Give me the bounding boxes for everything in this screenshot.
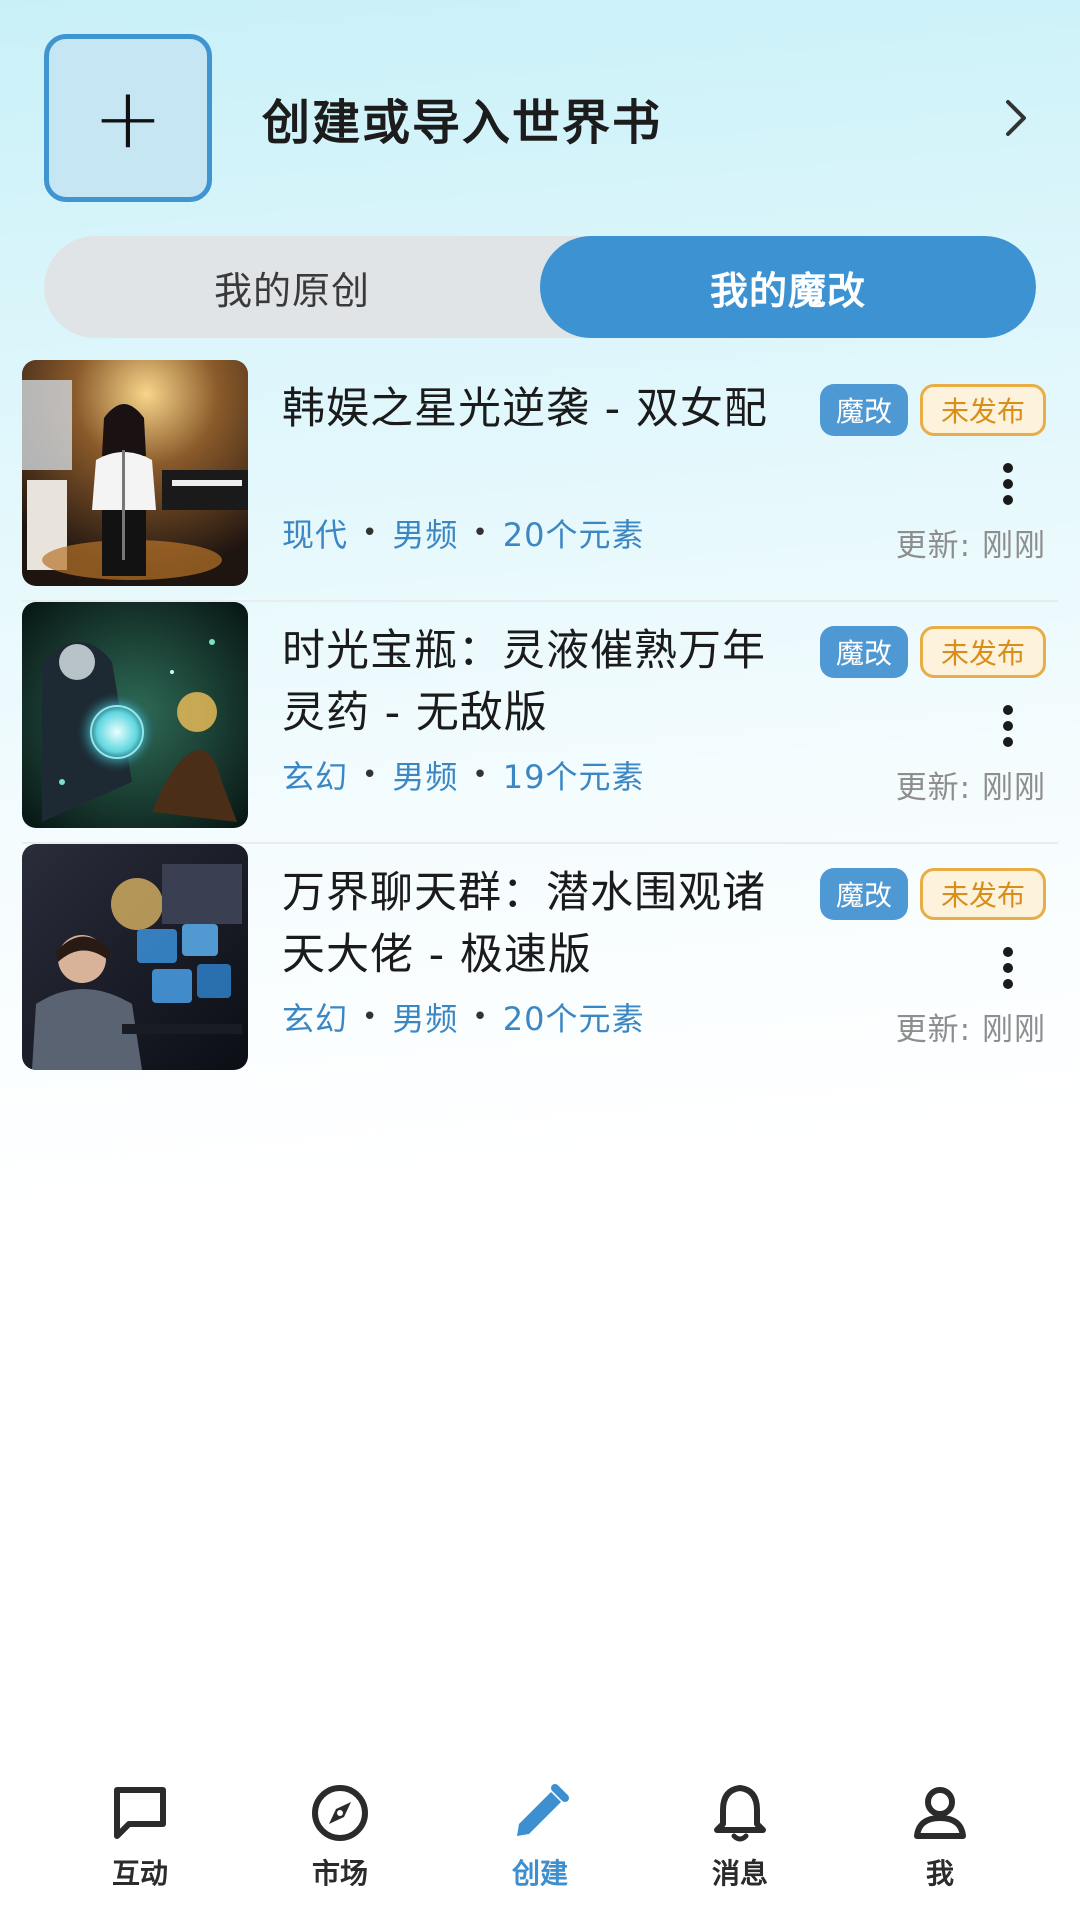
more-options-icon[interactable]	[998, 946, 1018, 990]
cover-image	[22, 602, 248, 828]
item-genre: 玄幻	[282, 758, 349, 796]
add-button[interactable]: +	[44, 34, 212, 202]
chevron-right-icon[interactable]	[996, 98, 1036, 138]
item-genre: 玄幻	[282, 1000, 349, 1038]
nav-label: 市场	[311, 1857, 368, 1890]
separator-dot: •	[362, 1002, 379, 1032]
modified-badge: 魔改	[819, 626, 908, 678]
updated-time: 更新: 刚刚	[895, 1012, 1046, 1048]
more-options-icon[interactable]	[998, 462, 1018, 506]
create-worldbook-label: 创建或导入世界书	[262, 95, 663, 151]
item-channel: 男频	[392, 758, 459, 796]
nav-interact[interactable]: 互动	[70, 1780, 210, 1892]
chat-icon	[114, 1787, 166, 1839]
nav-messages[interactable]: 消息	[670, 1780, 810, 1892]
person-icon	[914, 1787, 966, 1839]
item-title: 韩娱之星光逆袭 - 双女配	[282, 384, 768, 434]
separator-dot: •	[472, 1002, 489, 1032]
tab-my-modified[interactable]: 我的魔改	[540, 236, 1036, 338]
item-element-count: 20个元素	[502, 516, 645, 554]
nav-label: 消息	[711, 1857, 768, 1890]
separator-dot: •	[362, 518, 379, 548]
item-element-count: 20个元素	[502, 1000, 645, 1038]
nav-me[interactable]: 我	[870, 1780, 1010, 1892]
separator-dot: •	[472, 760, 489, 790]
item-element-count: 19个元素	[502, 758, 645, 796]
item-title: 时光宝瓶：灵液催熟万年灵药 - 无敌版	[282, 626, 766, 738]
modified-badge: 魔改	[819, 384, 908, 436]
bell-icon	[714, 1785, 766, 1842]
list-item[interactable]: 时光宝瓶：灵液催熟万年灵药 - 无敌版 玄幻 • 男频 • 19个元素 魔改 未…	[22, 602, 1058, 844]
nav-create[interactable]: 创建	[470, 1780, 610, 1892]
list-item[interactable]: 韩娱之星光逆袭 - 双女配 现代 • 男频 • 20个元素 魔改 未发布 更新:…	[22, 360, 1058, 602]
status-badge: 未发布	[919, 868, 1046, 920]
separator-dot: •	[472, 518, 489, 548]
list-item[interactable]: 万界聊天群：潜水围观诸天大佬 - 极速版 玄幻 • 男频 • 20个元素 魔改 …	[22, 844, 1058, 1086]
nav-label: 我	[925, 1857, 954, 1890]
worldbook-list: 韩娱之星光逆袭 - 双女配 现代 • 男频 • 20个元素 魔改 未发布 更新:…	[22, 360, 1058, 1086]
compass-icon	[312, 1785, 368, 1841]
pencil-icon	[517, 1784, 569, 1836]
bottom-navigation: 互动 市场 创建 消息 我	[0, 1780, 1080, 1920]
cover-image	[22, 360, 248, 586]
nav-label: 创建	[511, 1857, 568, 1890]
item-channel: 男频	[392, 516, 459, 554]
separator-dot: •	[362, 760, 379, 790]
item-channel: 男频	[392, 1000, 459, 1038]
nav-label: 互动	[111, 1857, 168, 1890]
item-genre: 现代	[282, 516, 349, 554]
nav-market[interactable]: 市场	[270, 1780, 410, 1892]
more-options-icon[interactable]	[998, 704, 1018, 748]
cover-image	[22, 844, 248, 1070]
item-meta: 现代 • 男频 • 20个元素	[282, 510, 644, 556]
item-title: 万界聊天群：潜水围观诸天大佬 - 极速版	[282, 868, 766, 980]
segmented-tabs: 我的原创 我的魔改	[44, 236, 1036, 338]
item-meta: 玄幻 • 男频 • 20个元素	[282, 994, 644, 1040]
updated-time: 更新: 刚刚	[895, 770, 1046, 806]
plus-icon: +	[92, 69, 164, 167]
tab-my-original[interactable]: 我的原创	[44, 236, 540, 338]
modified-badge: 魔改	[819, 868, 908, 920]
item-meta: 玄幻 • 男频 • 19个元素	[282, 752, 644, 798]
status-badge: 未发布	[919, 384, 1046, 436]
status-badge: 未发布	[919, 626, 1046, 678]
updated-time: 更新: 刚刚	[895, 528, 1046, 564]
create-worldbook-row[interactable]: + 创建或导入世界书	[44, 34, 1036, 202]
